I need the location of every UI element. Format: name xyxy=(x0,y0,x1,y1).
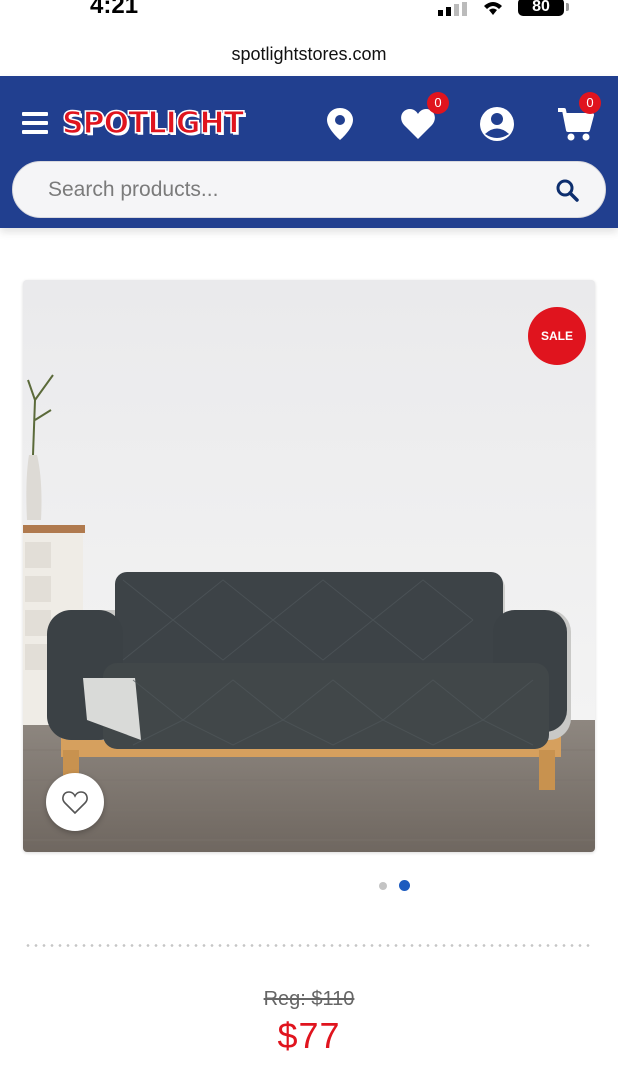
search-icon[interactable] xyxy=(555,178,579,202)
product-image[interactable] xyxy=(23,280,595,852)
status-time: 4:21 xyxy=(90,0,139,19)
wifi-icon xyxy=(484,2,502,15)
section-divider xyxy=(24,944,594,947)
site-header: SPOTLIGHT 0 0 Search products... xyxy=(0,76,618,228)
sofa-cover-photo xyxy=(23,280,595,852)
search-input[interactable]: Search products... xyxy=(12,161,606,218)
carousel-dot-active[interactable] xyxy=(399,880,410,891)
battery-icon: 80 xyxy=(518,0,569,16)
status-bar: 4:21 80 xyxy=(0,0,618,34)
store-location-icon[interactable] xyxy=(320,104,360,144)
account-icon[interactable] xyxy=(477,104,517,144)
url-bar[interactable]: spotlightstores.com xyxy=(0,44,618,65)
signal-icon xyxy=(438,2,467,16)
search-placeholder: Search products... xyxy=(48,178,219,201)
carousel-dot[interactable] xyxy=(379,882,387,890)
carousel-indicator xyxy=(376,880,416,892)
sale-badge: SALE xyxy=(528,307,586,365)
spotlight-logo[interactable]: SPOTLIGHT xyxy=(61,105,245,142)
menu-icon[interactable] xyxy=(22,112,48,136)
add-to-wishlist-button[interactable] xyxy=(46,773,104,831)
cart-count-badge: 0 xyxy=(579,92,601,114)
regular-price: Reg: $110 xyxy=(263,988,355,1010)
wishlist-count-badge: 0 xyxy=(427,92,449,114)
sale-price: $77 xyxy=(277,1015,341,1056)
heart-outline-icon xyxy=(62,791,88,815)
